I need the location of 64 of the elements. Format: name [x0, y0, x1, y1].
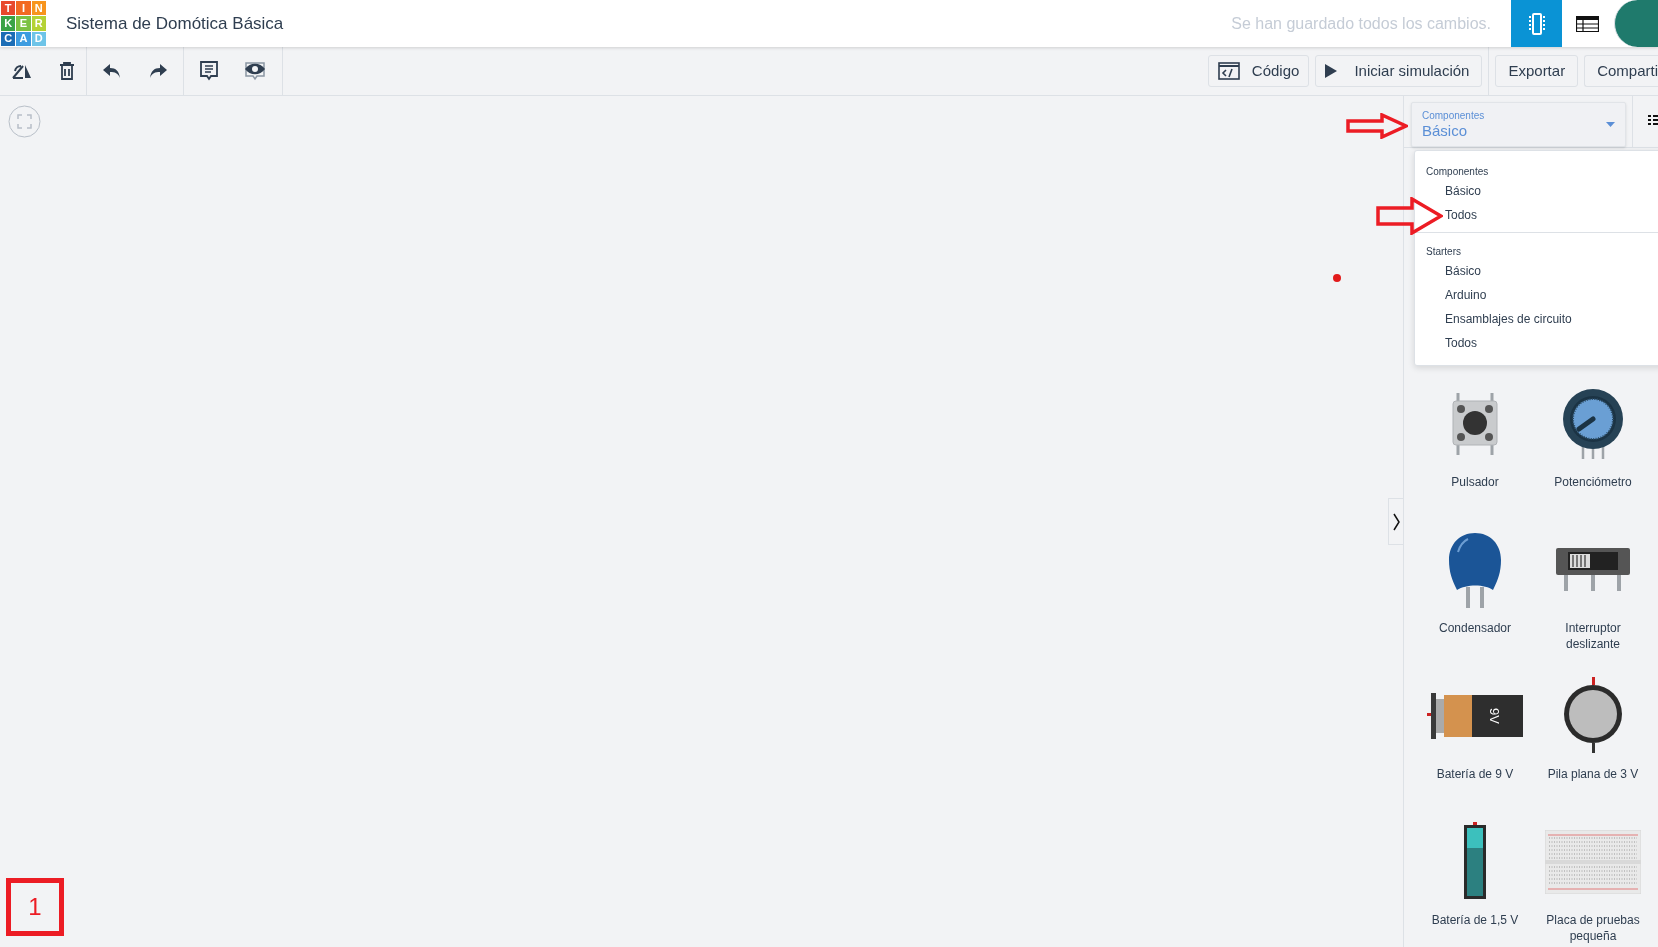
chip-icon — [1528, 12, 1545, 35]
avatar[interactable] — [1614, 0, 1658, 47]
eye-icon[interactable] — [244, 61, 266, 81]
chevron-right-icon — [1392, 512, 1400, 531]
redo-icon[interactable] — [149, 64, 167, 78]
component-label: Interruptor deslizante — [1564, 620, 1622, 652]
undo-icon[interactable] — [103, 64, 121, 78]
save-status: Se han guardado todos los cambios. — [1231, 13, 1491, 34]
pushbutton-drawing — [1452, 393, 1498, 455]
logo-letter: N — [31, 1, 46, 16]
component-tile[interactable]: Condensador — [1416, 526, 1534, 658]
collapse-tab[interactable] — [1388, 498, 1403, 545]
caret-icon — [1606, 122, 1615, 127]
component-tile[interactable]: 9V Batería de 9 V — [1416, 672, 1534, 804]
notes-icon[interactable] — [200, 61, 218, 81]
component-tile[interactable]: Interruptor deslizante — [1534, 526, 1652, 658]
menu-item[interactable]: Básico — [1415, 179, 1658, 203]
annotation-arrow — [1376, 197, 1443, 235]
share-button[interactable]: Comparti — [1584, 55, 1658, 87]
trash-icon[interactable] — [59, 62, 75, 80]
view-button[interactable] — [1562, 0, 1613, 47]
component-label: Pulsador — [1450, 474, 1500, 490]
table-icon — [1576, 15, 1599, 32]
component-tile[interactable]: Placa de pruebas pequeña — [1534, 818, 1652, 947]
logo-letter: T — [1, 1, 16, 16]
logo-letter: K — [1, 16, 16, 31]
component-tile[interactable]: Potenciómetro — [1534, 380, 1652, 512]
menu-item[interactable]: Arduino — [1415, 283, 1658, 307]
menu-heading: Starters — [1425, 245, 1462, 259]
step-number: 1 — [28, 892, 42, 922]
component-tile[interactable]: Batería de 1,5 V — [1416, 818, 1534, 947]
dropdown-value: Básico — [1422, 121, 1469, 140]
component-label: Batería de 1,5 V — [1430, 912, 1520, 928]
menu-item[interactable]: Ensamblajes de circuito — [1415, 307, 1658, 331]
component-tile[interactable]: Pulsador — [1416, 380, 1534, 512]
component-tile[interactable]: Pila plana de 3 V — [1534, 672, 1652, 804]
menu-heading: Componentes — [1425, 165, 1490, 179]
logo[interactable]: T I N K E R C A D — [1, 1, 46, 46]
logo-letter: R — [31, 16, 46, 31]
rotate-icon[interactable] — [11, 62, 33, 80]
menu-item[interactable]: Todos — [1415, 203, 1658, 227]
component-label: Potenciómetro — [1553, 474, 1633, 490]
code-button[interactable]: Código — [1207, 55, 1310, 87]
project-title: Sistema de Domótica Básica — [66, 12, 284, 35]
component-label: Pila plana de 3 V — [1546, 766, 1640, 782]
simulate-button[interactable]: Iniciar simulación — [1315, 55, 1483, 87]
logo-letter: E — [16, 16, 31, 31]
component-label: Placa de pruebas pequeña — [1545, 912, 1641, 944]
potentiometer-drawing — [1562, 388, 1624, 460]
component-label: Condensador — [1437, 620, 1513, 636]
annotation-arrow — [1346, 113, 1408, 139]
logo-letter: A — [16, 31, 31, 46]
logo-letter: C — [1, 31, 16, 46]
play-icon — [1325, 64, 1338, 78]
component-label: Batería de 9 V — [1435, 766, 1515, 782]
logo-letter: D — [31, 31, 46, 46]
battery-marking: 9V — [1486, 708, 1502, 724]
menu-item[interactable]: Todos — [1415, 331, 1658, 355]
export-button[interactable]: Exportar — [1495, 55, 1579, 87]
dropdown-label: Componentes — [1422, 109, 1486, 122]
logo-letter: I — [16, 1, 31, 16]
list-view-icon[interactable] — [1648, 115, 1658, 128]
menu-item[interactable]: Básico — [1415, 259, 1658, 283]
code-icon — [1217, 62, 1240, 80]
